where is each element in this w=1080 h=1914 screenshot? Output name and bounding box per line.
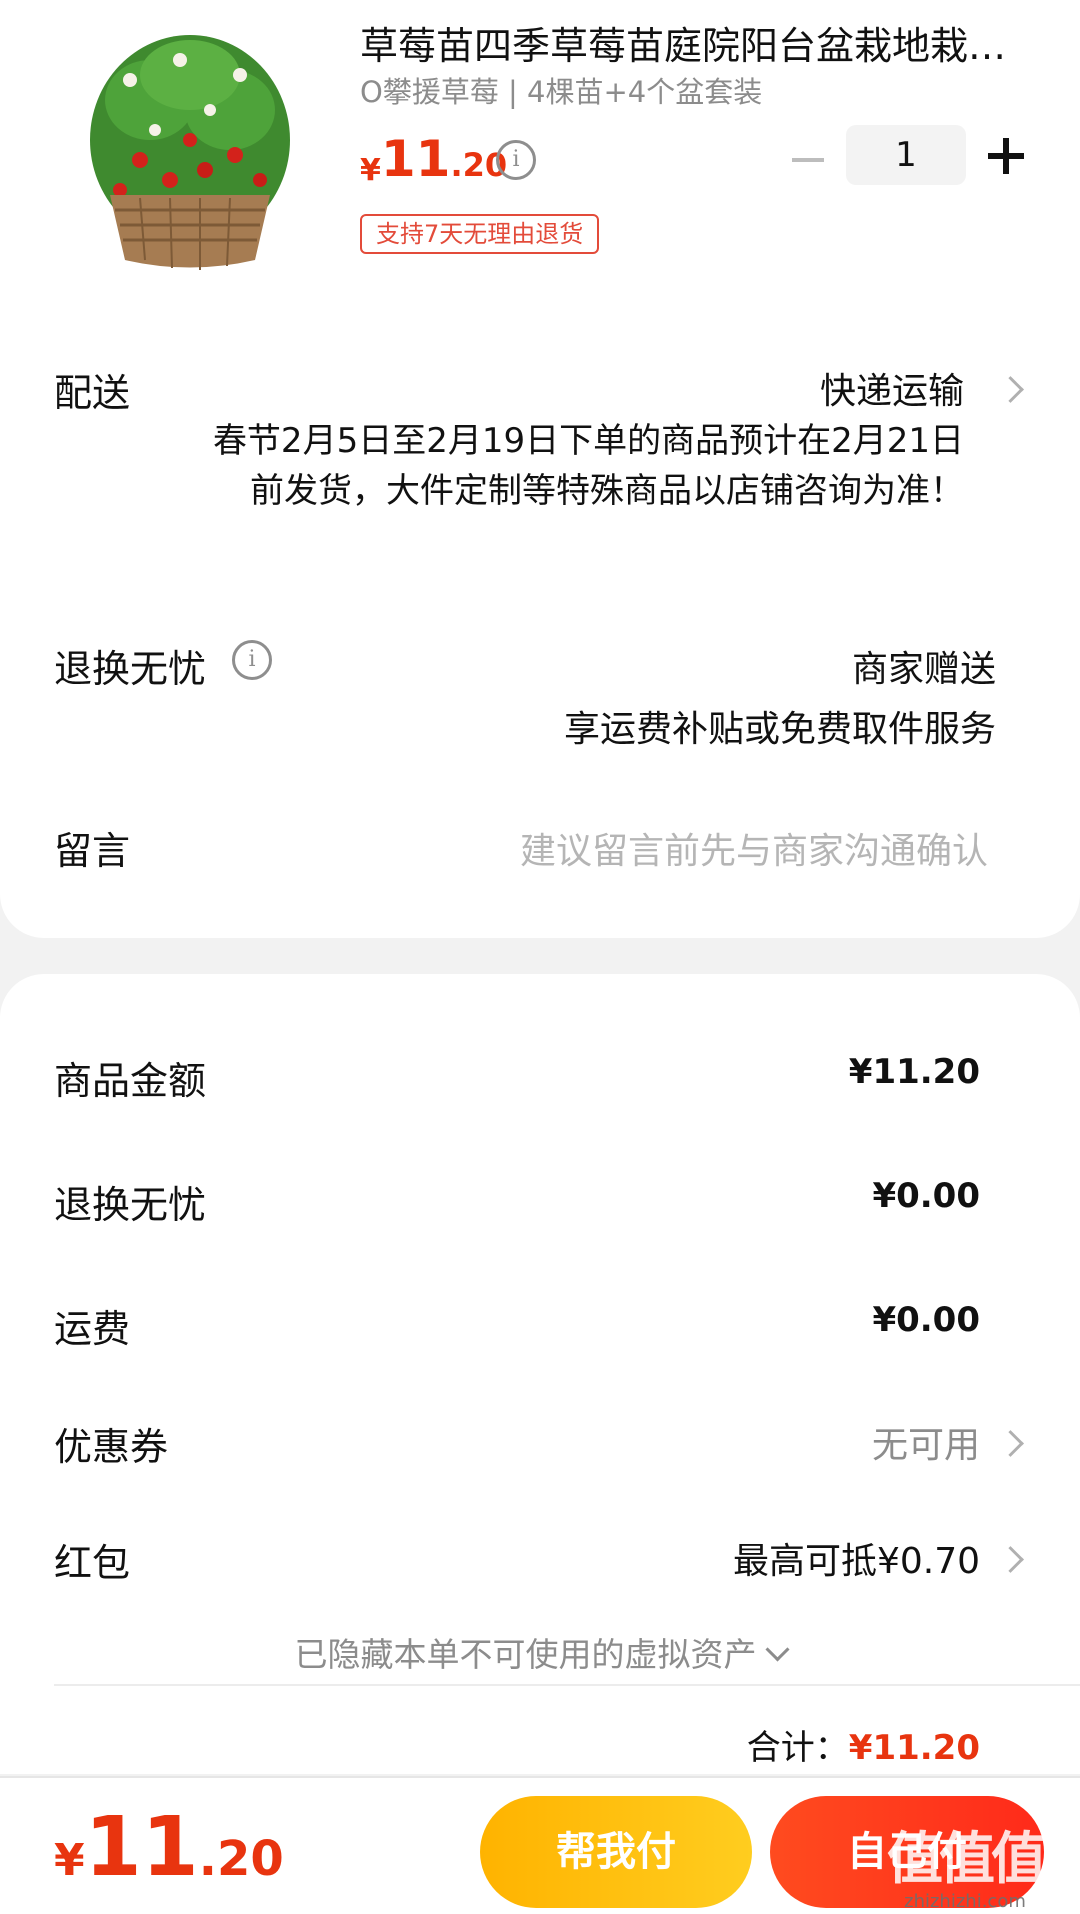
return-service-value: 商家赠送 (851, 649, 996, 690)
delivery-method[interactable]: 快递运输 (820, 362, 964, 414)
pay-myself-button[interactable]: 自己付 (770, 1796, 1044, 1908)
divider (54, 1684, 1080, 1686)
total-amount: ¥11.20 (848, 1728, 980, 1768)
delivery-note: 春节2月5日至2月19日下单的商品预计在2月21日前发货，大件定制等特殊商品以店… (212, 421, 964, 511)
order-total: 合计：¥11.20 (747, 1720, 980, 1769)
price-currency: ¥ (360, 153, 381, 188)
order-item-card: 草莓苗四季草莓苗庭院阳台盆栽地栽… O攀援草莓 | 4棵苗+4个盆套装 ¥11.… (0, 0, 1080, 938)
message-label: 留言 (54, 829, 131, 873)
price-integer: 11 (380, 130, 451, 188)
delivery-chevron-icon[interactable] (997, 376, 1024, 403)
product-title[interactable]: 草莓苗四季草莓苗庭院阳台盆栽地栽… (360, 18, 1020, 74)
bar-price-currency: ¥ (54, 1835, 85, 1886)
checkout-page: 草莓苗四季草莓苗庭院阳台盆栽地栽… O攀援草莓 | 4棵苗+4个盆套装 ¥11.… (0, 0, 1080, 1914)
bar-price-decimal: .20 (198, 1831, 284, 1887)
summary-row-label: 退换无忧 (54, 1183, 207, 1227)
return-policy-badge: 支持7天无理由退货 (360, 214, 600, 254)
red-packet-value[interactable]: 最高可抵¥0.70 (733, 1532, 980, 1584)
red-packet-label: 红包 (54, 1541, 131, 1585)
summary-row-value: ¥11.20 (848, 1052, 980, 1092)
coupon-value[interactable]: 无可用 (872, 1416, 980, 1468)
checkout-action-bar: ¥11.20 帮我付 自己付 值值值 zhizhizhi.com (0, 1776, 1080, 1914)
summary-row-value: ¥0.00 (872, 1176, 980, 1216)
delivery-label: 配送 (54, 371, 131, 415)
hidden-assets-toggle[interactable]: 已隐藏本单不可使用的虚拟资产 (0, 1628, 1080, 1676)
product-sku[interactable]: O攀援草莓 | 4棵苗+4个盆套装 (360, 72, 762, 112)
return-service-info-icon[interactable]: i (232, 640, 272, 680)
total-label: 合计： (746, 1728, 849, 1768)
summary-row-label: 运费 (54, 1307, 131, 1351)
quantity-input[interactable]: 1 (846, 125, 966, 185)
unit-price: ¥11.20 (360, 130, 507, 190)
message-input[interactable]: 建议留言前先与商家沟通确认 (520, 822, 988, 874)
summary-row-label: 商品金额 (54, 1059, 207, 1103)
return-service-description: 享运费补贴或免费取件服务 (563, 709, 996, 750)
bar-price-integer: 11 (84, 1800, 199, 1895)
price-info-icon[interactable]: i (496, 140, 536, 180)
return-service-label: 退换无忧 (54, 647, 207, 691)
product-image[interactable] (70, 20, 310, 280)
quantity-increase-button[interactable] (988, 138, 1024, 174)
quantity-decrease-button[interactable] (788, 140, 828, 180)
summary-row-value: ¥0.00 (872, 1300, 980, 1340)
help-me-pay-button[interactable]: 帮我付 (480, 1796, 752, 1908)
chevron-down-icon (764, 1637, 790, 1662)
coupon-label: 优惠券 (54, 1425, 169, 1469)
bar-total-price: ¥11.20 (54, 1800, 284, 1895)
hidden-assets-text: 已隐藏本单不可使用的虚拟资产 (294, 1635, 757, 1674)
